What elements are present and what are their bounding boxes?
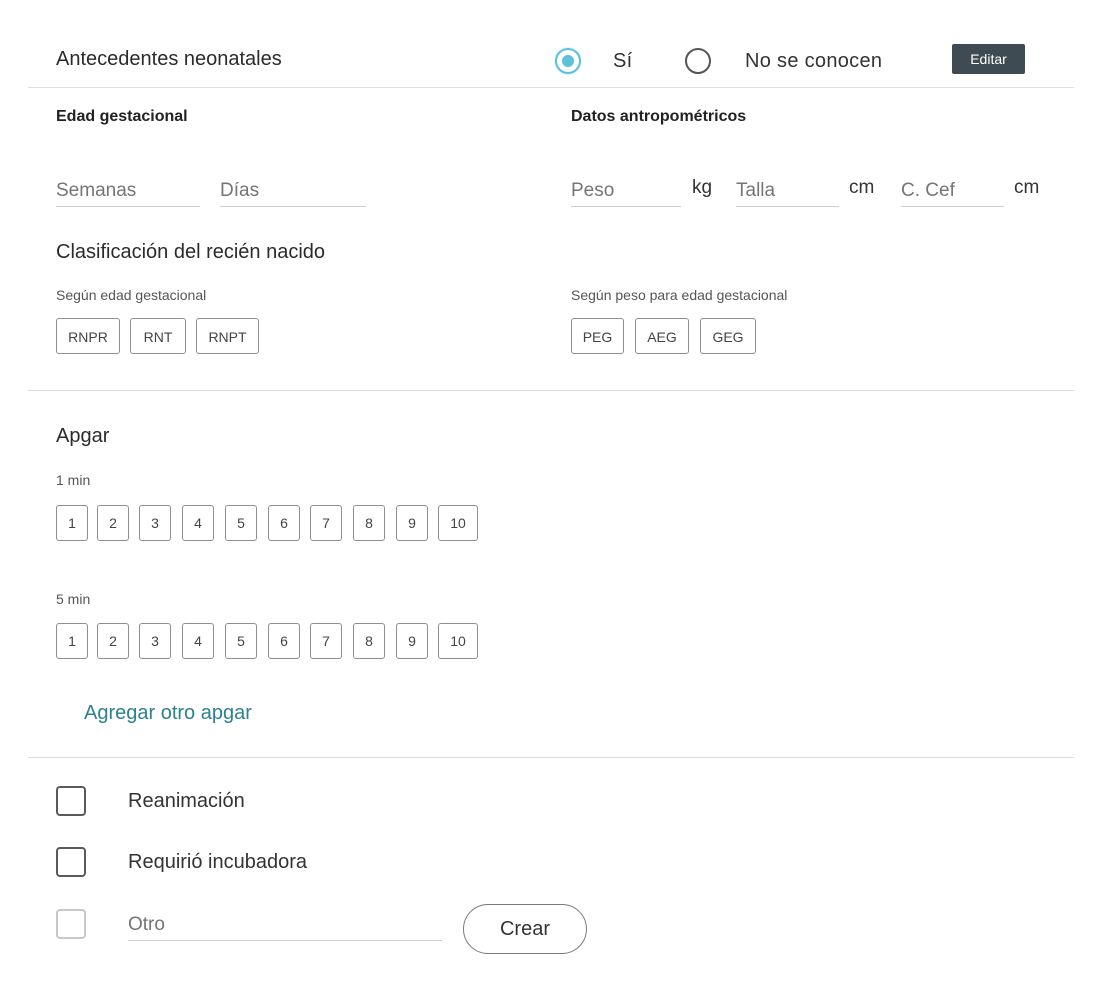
- apgar-1min-score-6[interactable]: 6: [268, 505, 300, 541]
- apgar-1min-label: 1 min: [56, 472, 91, 488]
- section-title: Antecedentes neonatales: [56, 48, 282, 70]
- apgar-1min-score-5[interactable]: 5: [225, 505, 257, 541]
- anthropometric-label: Datos antropométricos: [571, 108, 747, 125]
- apgar-title: Apgar: [56, 425, 110, 447]
- apgar-1min-score-4[interactable]: 4: [182, 505, 214, 541]
- apgar-1min-score-7[interactable]: 7: [310, 505, 342, 541]
- radio-unknown-label: No se conocen: [745, 50, 883, 72]
- apgar-5min-score-6[interactable]: 6: [268, 623, 300, 659]
- days-input[interactable]: [220, 176, 366, 207]
- chip-peg[interactable]: PEG: [571, 318, 624, 354]
- weight-unit: kg: [692, 177, 713, 198]
- head-circumference-input[interactable]: [901, 176, 1004, 207]
- apgar-5min-score-5[interactable]: 5: [225, 623, 257, 659]
- apgar-5min-score-9[interactable]: 9: [396, 623, 428, 659]
- by-weight-label: Según peso para edad gestacional: [571, 287, 788, 303]
- divider: [28, 390, 1074, 391]
- radio-yes[interactable]: [555, 48, 581, 74]
- incubator-checkbox[interactable]: [56, 847, 86, 877]
- add-apgar-link[interactable]: Agregar otro apgar: [84, 702, 252, 725]
- weight-input[interactable]: [571, 176, 681, 207]
- radio-unknown[interactable]: [685, 48, 711, 74]
- apgar-5min-label: 5 min: [56, 591, 91, 607]
- chip-rnpt[interactable]: RNPT: [196, 318, 259, 354]
- weeks-input[interactable]: [56, 176, 200, 207]
- reanimation-label: Reanimación: [128, 790, 245, 812]
- chip-aeg[interactable]: AEG: [635, 318, 689, 354]
- other-input[interactable]: [128, 910, 442, 941]
- height-input[interactable]: [736, 176, 839, 207]
- chip-rnt[interactable]: RNT: [130, 318, 186, 354]
- apgar-5min-score-4[interactable]: 4: [182, 623, 214, 659]
- apgar-1min-score-8[interactable]: 8: [353, 505, 385, 541]
- other-checkbox[interactable]: [56, 909, 86, 939]
- head-circumference-unit: cm: [1014, 177, 1040, 198]
- create-button[interactable]: Crear: [463, 904, 587, 954]
- reanimation-checkbox[interactable]: [56, 786, 86, 816]
- apgar-5min-score-8[interactable]: 8: [353, 623, 385, 659]
- apgar-1min-score-10[interactable]: 10: [438, 505, 478, 541]
- apgar-5min-score-2[interactable]: 2: [97, 623, 129, 659]
- apgar-5min-score-3[interactable]: 3: [139, 623, 171, 659]
- apgar-1min-score-2[interactable]: 2: [97, 505, 129, 541]
- incubator-label: Requirió incubadora: [128, 851, 308, 873]
- divider: [28, 87, 1074, 88]
- height-unit: cm: [849, 177, 875, 198]
- apgar-5min-score-7[interactable]: 7: [310, 623, 342, 659]
- apgar-1min-score-9[interactable]: 9: [396, 505, 428, 541]
- apgar-5min-score-10[interactable]: 10: [438, 623, 478, 659]
- chip-geg[interactable]: GEG: [700, 318, 756, 354]
- radio-yes-label: Sí: [613, 50, 633, 72]
- apgar-1min-score-3[interactable]: 3: [139, 505, 171, 541]
- apgar-1min-score-1[interactable]: 1: [56, 505, 88, 541]
- chip-rnpr[interactable]: RNPR: [56, 318, 120, 354]
- gestational-age-label: Edad gestacional: [56, 108, 188, 125]
- by-age-label: Según edad gestacional: [56, 287, 207, 303]
- divider: [28, 757, 1074, 758]
- classification-title: Clasificación del recién nacido: [56, 241, 326, 263]
- apgar-5min-score-1[interactable]: 1: [56, 623, 88, 659]
- edit-button[interactable]: Editar: [952, 44, 1025, 74]
